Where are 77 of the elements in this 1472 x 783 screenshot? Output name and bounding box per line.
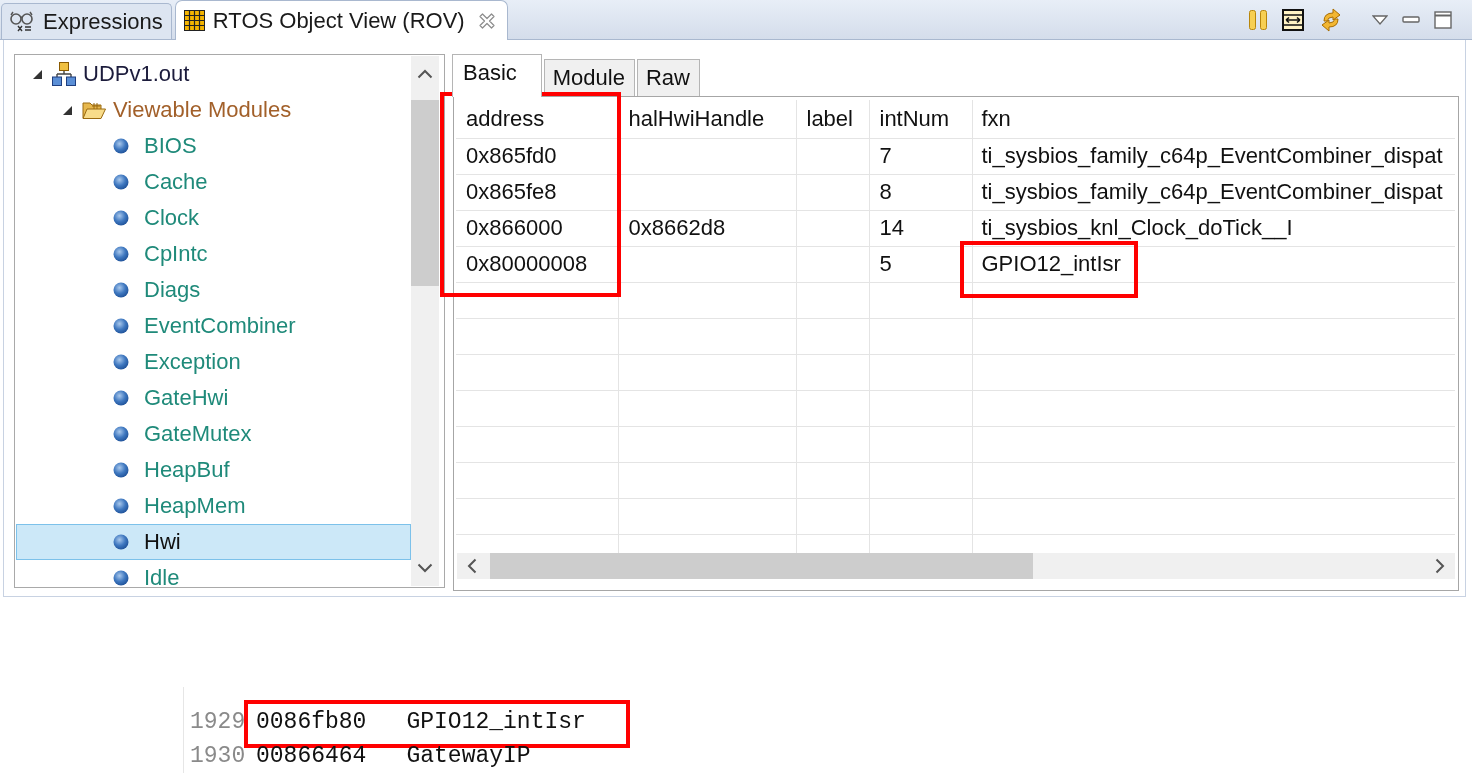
expand-arrow-icon[interactable]	[62, 105, 72, 115]
sphere-icon	[113, 210, 129, 226]
code-address: 00866464	[256, 743, 367, 769]
table-cell: 0x8662d8	[628, 215, 726, 240]
column-header[interactable]: intNum	[869, 100, 972, 138]
tree-item[interactable]: UDPv1.out	[16, 56, 411, 92]
table-cell: 5	[879, 251, 892, 276]
tree-item[interactable]: Hwi	[16, 524, 411, 560]
tree-item[interactable]: HeapMem	[16, 488, 411, 524]
table-cell: 7	[879, 143, 892, 168]
scrollbar-thumb[interactable]	[411, 100, 439, 286]
table-icon	[183, 10, 205, 31]
sphere-icon	[113, 246, 129, 262]
minimize-icon[interactable]	[1402, 15, 1420, 24]
expand-arrow-icon[interactable]	[32, 69, 42, 79]
table-cell: 8	[879, 179, 892, 204]
tree-item[interactable]: GateMutex	[16, 416, 411, 452]
folder-icon	[82, 100, 106, 120]
scroll-left-icon[interactable]	[467, 558, 477, 574]
tree-item[interactable]: GateHwi	[16, 380, 411, 416]
table-cell: ti_sysbios_knl_Clock_doTick__I	[981, 215, 1293, 240]
maximize-icon[interactable]	[1434, 10, 1452, 29]
sphere-icon	[113, 462, 129, 478]
tree-item[interactable]: BIOS	[16, 128, 411, 164]
sphere-icon	[113, 498, 129, 514]
code-address: 0086fb80	[256, 709, 367, 735]
tab[interactable]: Basic	[452, 54, 542, 97]
code-symbol: GPIO12_intIsr	[406, 709, 586, 735]
table-cell: GPIO12_intIsr	[981, 251, 1121, 276]
column-header[interactable]: address	[456, 100, 618, 138]
table-cell: 0x80000008	[466, 251, 588, 276]
view-tab[interactable]: Expressions	[1, 3, 172, 39]
tree-item[interactable]: Viewable Modules	[16, 92, 411, 128]
sphere-icon	[113, 318, 129, 334]
tree-item[interactable]: Idle	[16, 560, 411, 587]
sphere-icon	[113, 426, 129, 442]
table-cell: ti_sysbios_family_c64p_EventCombiner_dispat	[981, 143, 1443, 168]
code-symbol: GatewayIP	[406, 743, 531, 769]
sphere-icon	[113, 534, 129, 550]
tree-item[interactable]: Clock	[16, 200, 411, 236]
sphere-icon	[113, 354, 129, 370]
column-header[interactable]: fxn	[972, 100, 1455, 138]
sphere-icon	[113, 138, 129, 154]
table-cell: 0x865fd0	[466, 143, 557, 168]
resize-columns-icon[interactable]	[1282, 8, 1304, 31]
line-number: 1930	[189, 743, 247, 769]
scrollbar-thumb[interactable]	[490, 553, 1033, 579]
scroll-down-icon[interactable]	[417, 563, 433, 573]
tree-item[interactable]: CpIntc	[16, 236, 411, 272]
tree-item[interactable]: HeapBuf	[16, 452, 411, 488]
sphere-icon	[113, 282, 129, 298]
tab[interactable]: Raw	[636, 59, 700, 96]
sphere-icon	[113, 390, 129, 406]
hierarchy-icon	[52, 62, 76, 86]
column-header[interactable]: label	[796, 100, 869, 138]
close-icon[interactable]	[478, 12, 495, 29]
table-cell: 0x865fe8	[466, 179, 557, 204]
table-cell: 14	[879, 215, 904, 240]
pause-icon[interactable]	[1248, 8, 1268, 31]
tree-item[interactable]: Cache	[16, 164, 411, 200]
sphere-icon	[113, 174, 129, 190]
table-cell: 0x866000	[466, 215, 563, 240]
scroll-right-icon[interactable]	[1435, 558, 1445, 574]
scroll-up-icon[interactable]	[417, 69, 433, 79]
view-tab[interactable]: RTOS Object View (ROV)	[174, 0, 508, 40]
table-cell: ti_sysbios_family_c64p_EventCombiner_dispat	[981, 179, 1443, 204]
line-number: 1929	[189, 709, 247, 735]
view-menu-icon[interactable]	[1372, 14, 1388, 25]
scrollbar[interactable]	[457, 553, 1455, 579]
tree-item[interactable]: Diags	[16, 272, 411, 308]
sphere-icon	[113, 570, 129, 586]
tree-item[interactable]: Exception	[16, 344, 411, 380]
tree-item[interactable]: EventCombiner	[16, 308, 411, 344]
scrollbar[interactable]	[411, 56, 439, 586]
tab[interactable]: Module	[543, 59, 635, 96]
glasses-icon	[9, 10, 35, 33]
column-header[interactable]: halHwiHandle	[618, 100, 796, 138]
